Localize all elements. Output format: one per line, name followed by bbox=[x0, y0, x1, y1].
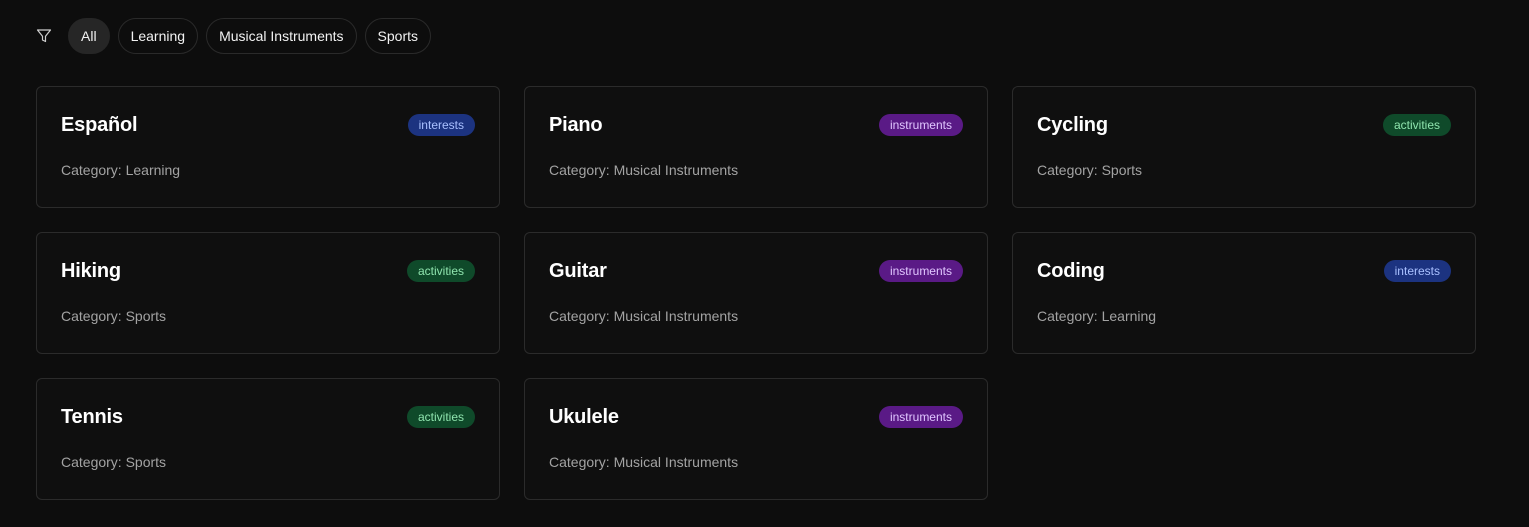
card-title: Ukulele bbox=[549, 405, 619, 428]
type-badge: activities bbox=[1382, 114, 1451, 136]
filter-chip-sports[interactable]: Sports bbox=[364, 18, 432, 54]
filter-chip-musical-instruments[interactable]: Musical Instruments bbox=[206, 18, 357, 54]
card-category: Category: Musical Instruments bbox=[549, 308, 739, 324]
card-header: Hiking activities bbox=[61, 260, 475, 282]
card-header: Ukulele instruments bbox=[549, 406, 963, 428]
card-header: Español interests bbox=[61, 114, 475, 136]
filter-icon[interactable] bbox=[36, 28, 52, 44]
card-header: Tennis activities bbox=[61, 406, 475, 428]
card-category: Category: Learning bbox=[61, 162, 181, 178]
card-header: Cycling activities bbox=[1037, 114, 1451, 136]
hobby-grid: Español interests Category: Learning Pia… bbox=[36, 86, 1493, 500]
card-title: Coding bbox=[1037, 259, 1105, 282]
card-title: Hiking bbox=[61, 259, 121, 282]
card-category: Category: Musical Instruments bbox=[549, 454, 739, 470]
type-badge: instruments bbox=[878, 260, 963, 282]
card-category: Category: Learning bbox=[1037, 308, 1157, 324]
card-category: Category: Sports bbox=[61, 454, 167, 470]
type-badge: instruments bbox=[878, 406, 963, 428]
hobby-card-ukulele[interactable]: Ukulele instruments Category: Musical In… bbox=[524, 378, 988, 500]
type-badge: interests bbox=[407, 114, 475, 136]
filter-chip-all[interactable]: All bbox=[68, 18, 110, 54]
card-header: Coding interests bbox=[1037, 260, 1451, 282]
card-category: Category: Sports bbox=[61, 308, 167, 324]
filter-bar: All Learning Musical Instruments Sports bbox=[36, 18, 1493, 54]
card-header: Piano instruments bbox=[549, 114, 963, 136]
hobby-card-piano[interactable]: Piano instruments Category: Musical Inst… bbox=[524, 86, 988, 208]
card-title: Piano bbox=[549, 113, 603, 136]
hobby-card-espanol[interactable]: Español interests Category: Learning bbox=[36, 86, 500, 208]
hobby-card-tennis[interactable]: Tennis activities Category: Sports bbox=[36, 378, 500, 500]
hobby-card-guitar[interactable]: Guitar instruments Category: Musical Ins… bbox=[524, 232, 988, 354]
card-category: Category: Sports bbox=[1037, 162, 1143, 178]
type-badge: instruments bbox=[878, 114, 963, 136]
page: All Learning Musical Instruments Sports … bbox=[0, 0, 1529, 527]
card-category: Category: Musical Instruments bbox=[549, 162, 739, 178]
hobby-card-cycling[interactable]: Cycling activities Category: Sports bbox=[1012, 86, 1476, 208]
card-title: Cycling bbox=[1037, 113, 1108, 136]
type-badge: interests bbox=[1383, 260, 1451, 282]
card-title: Guitar bbox=[549, 259, 607, 282]
hobby-card-hiking[interactable]: Hiking activities Category: Sports bbox=[36, 232, 500, 354]
hobby-card-coding[interactable]: Coding interests Category: Learning bbox=[1012, 232, 1476, 354]
type-badge: activities bbox=[406, 260, 475, 282]
type-badge: activities bbox=[406, 406, 475, 428]
card-title: Español bbox=[61, 113, 138, 136]
filter-chip-learning[interactable]: Learning bbox=[117, 18, 199, 54]
card-title: Tennis bbox=[61, 405, 123, 428]
card-header: Guitar instruments bbox=[549, 260, 963, 282]
